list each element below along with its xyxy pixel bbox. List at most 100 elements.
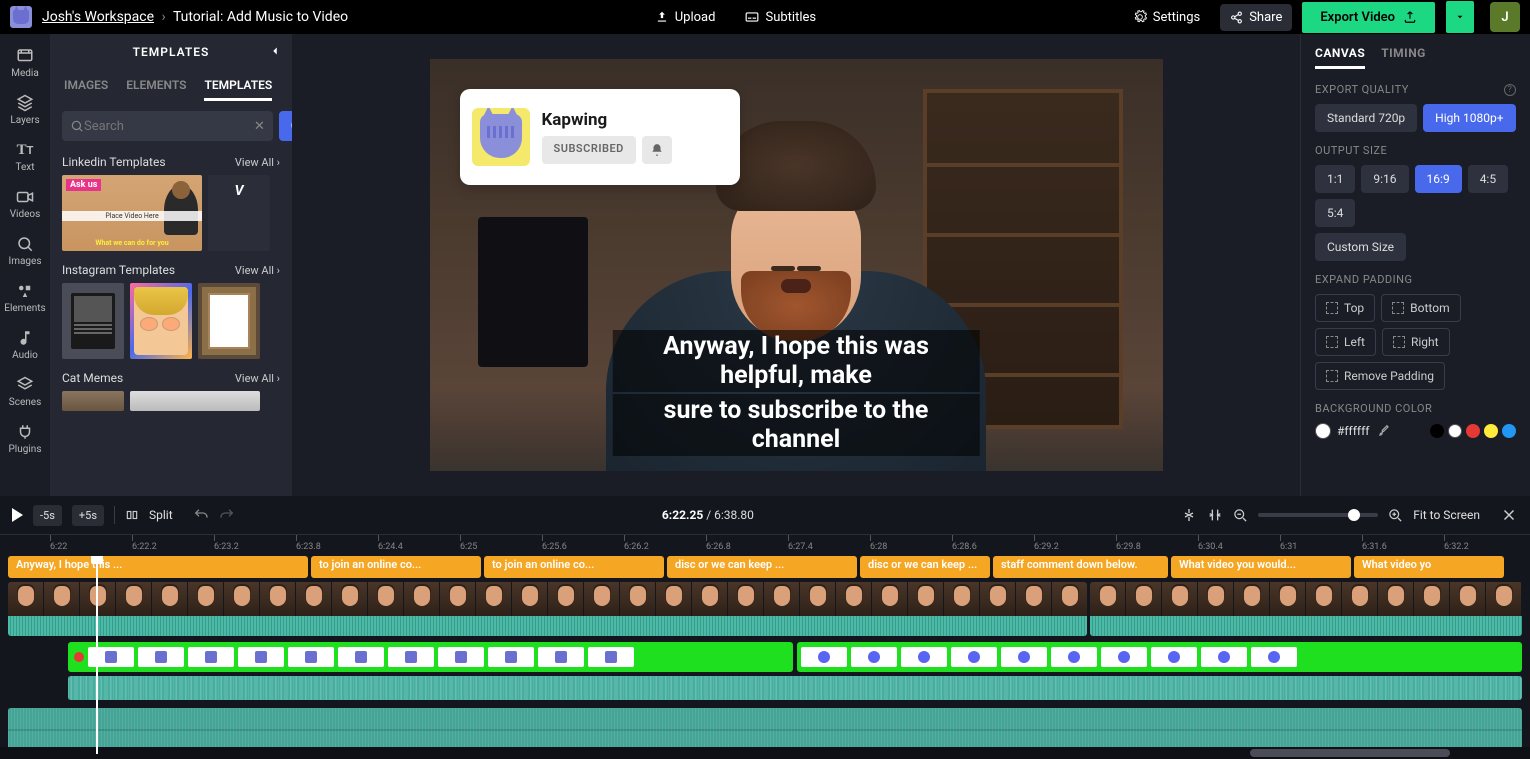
size-1-1-button[interactable]: 1:1 <box>1315 165 1355 193</box>
caption-clip[interactable]: What video you would... <box>1171 556 1351 578</box>
custom-size-button[interactable]: Custom Size <box>1315 233 1406 261</box>
viewall-linkedin[interactable]: View All › <box>235 156 280 169</box>
export-dropdown-button[interactable] <box>1446 1 1474 33</box>
tab-canvas[interactable]: CANVAS <box>1315 46 1365 69</box>
rail-plugins[interactable]: Plugins <box>0 416 50 461</box>
color-red[interactable] <box>1466 424 1480 438</box>
user-avatar[interactable]: J <box>1490 2 1520 32</box>
timeline-ruler[interactable]: 6:226:22.26:23.26:23.86:24.46:256:25.66:… <box>0 534 1530 556</box>
plus-5s-button[interactable]: +5s <box>72 505 104 526</box>
export-label: Export Video <box>1320 10 1395 25</box>
template-thumb[interactable]: Ask us Place Video Here What we can do f… <box>62 175 202 251</box>
minus-5s-button[interactable]: -5s <box>33 505 62 526</box>
fit-to-screen-button[interactable]: Fit to Screen <box>1413 508 1480 522</box>
caption-clip[interactable]: staff comment down below. <box>993 556 1168 578</box>
help-icon[interactable]: ? <box>1504 84 1516 96</box>
collapse-panel-button[interactable] <box>268 44 282 61</box>
size-4-5-button[interactable]: 4:5 <box>1468 165 1508 193</box>
zoom-out-icon[interactable] <box>1233 508 1248 523</box>
caption-clip[interactable]: Anyway, I hope this ... <box>8 556 308 578</box>
pad-left-button[interactable]: Left <box>1315 328 1376 356</box>
template-thumb[interactable] <box>62 391 124 411</box>
size-16-9-button[interactable]: 16:9 <box>1415 165 1462 193</box>
template-thumb[interactable] <box>130 391 260 411</box>
caption-clip[interactable]: to join an online co... <box>484 556 664 578</box>
audio-track-2[interactable] <box>8 708 1522 752</box>
overlay-clip[interactable] <box>68 642 793 672</box>
subtitle-line-2: sure to subscribe to the channel <box>613 394 980 456</box>
pad-top-button[interactable]: Top <box>1315 294 1375 322</box>
color-yellow[interactable] <box>1484 424 1498 438</box>
timeline-tracks: Anyway, I hope this ...to join an online… <box>0 556 1530 759</box>
rail-label: Layers <box>10 115 39 126</box>
rail-elements[interactable]: Elements <box>0 275 50 320</box>
zoom-slider[interactable] <box>1258 513 1378 517</box>
settings-button[interactable]: Settings <box>1123 4 1210 31</box>
rail-videos[interactable]: Videos <box>0 181 50 226</box>
bell-icon <box>642 136 672 164</box>
rail-media[interactable]: Media <box>0 40 50 85</box>
split-button[interactable]: Split <box>149 508 173 522</box>
caption-clip[interactable]: disc or we can keep ... <box>860 556 990 578</box>
search-input[interactable] <box>84 119 250 134</box>
color-black[interactable] <box>1430 424 1444 438</box>
rail-scenes[interactable]: Scenes <box>0 369 50 414</box>
tab-timing[interactable]: TIMING <box>1381 46 1426 69</box>
overlay-clip[interactable] <box>797 642 1522 672</box>
quality-1080p-button[interactable]: High 1080p+ <box>1423 104 1515 132</box>
breadcrumb: Josh's Workspace › Tutorial: Add Music t… <box>42 9 348 25</box>
rail-images[interactable]: Images <box>0 228 50 273</box>
play-button[interactable] <box>12 508 23 522</box>
caption-clip[interactable]: to join an online co... <box>311 556 481 578</box>
rail-layers[interactable]: Layers <box>0 87 50 132</box>
export-video-button[interactable]: Export Video <box>1302 2 1435 33</box>
layers-icon <box>15 93 35 113</box>
video-clip[interactable] <box>1090 582 1522 636</box>
caption-clip[interactable]: disc or we can keep ... <box>667 556 857 578</box>
template-thumb[interactable] <box>130 283 192 359</box>
subtitles-button[interactable]: Subtitles <box>735 4 826 31</box>
template-thumb[interactable] <box>198 283 260 359</box>
caption-clip[interactable]: What video yo <box>1354 556 1504 578</box>
template-thumb[interactable]: V <box>208 175 270 251</box>
color-white[interactable] <box>1448 424 1462 438</box>
eyedropper-icon[interactable] <box>1377 424 1391 438</box>
horizontal-scrollbar[interactable] <box>0 747 1530 759</box>
share-button[interactable]: Share <box>1220 4 1292 31</box>
category-title: Cat Memes <box>62 371 123 385</box>
tab-templates[interactable]: TEMPLATES <box>204 78 272 101</box>
rail-text[interactable]: TTText <box>0 134 50 179</box>
zoom-in-icon[interactable] <box>1388 508 1403 523</box>
clear-search-button[interactable]: ✕ <box>254 119 265 134</box>
remove-padding-button[interactable]: Remove Padding <box>1315 362 1445 390</box>
caption-track[interactable]: Anyway, I hope this ...to join an online… <box>0 556 1530 578</box>
tab-images[interactable]: IMAGES <box>64 78 108 101</box>
bg-color-input[interactable]: #ffffff <box>1315 423 1369 439</box>
tab-elements[interactable]: ELEMENTS <box>126 78 186 101</box>
template-thumb[interactable] <box>62 283 124 359</box>
workspace-link[interactable]: Josh's Workspace <box>42 9 154 25</box>
pad-bottom-button[interactable]: Bottom <box>1381 294 1460 322</box>
redo-icon[interactable] <box>219 507 235 523</box>
viewall-catmemes[interactable]: View All › <box>235 372 280 385</box>
size-9-16-button[interactable]: 9:16 <box>1361 165 1408 193</box>
close-icon[interactable] <box>1500 506 1518 524</box>
video-track[interactable] <box>0 582 1530 636</box>
video-preview[interactable]: Kapwing SUBSCRIBED Anyway, I hope this w… <box>430 59 1163 471</box>
viewall-instagram[interactable]: View All › <box>235 264 280 277</box>
upload-button[interactable]: Upload <box>645 4 726 31</box>
pad-right-button[interactable]: Right <box>1382 328 1450 356</box>
audio-track-1[interactable] <box>68 676 1522 700</box>
dashed-icon <box>1326 336 1338 348</box>
rail-audio[interactable]: Audio <box>0 322 50 367</box>
size-5-4-button[interactable]: 5:4 <box>1315 199 1355 227</box>
color-blue[interactable] <box>1502 424 1516 438</box>
overlay-track[interactable] <box>0 642 1530 672</box>
video-clip[interactable] <box>8 582 1087 636</box>
snap-icon[interactable] <box>1181 507 1197 523</box>
bg-hex-value: #ffffff <box>1337 424 1369 438</box>
trim-icon[interactable] <box>1207 507 1223 523</box>
quality-720p-button[interactable]: Standard 720p <box>1315 104 1417 132</box>
audio-icon <box>15 328 35 348</box>
undo-icon[interactable] <box>193 507 209 523</box>
